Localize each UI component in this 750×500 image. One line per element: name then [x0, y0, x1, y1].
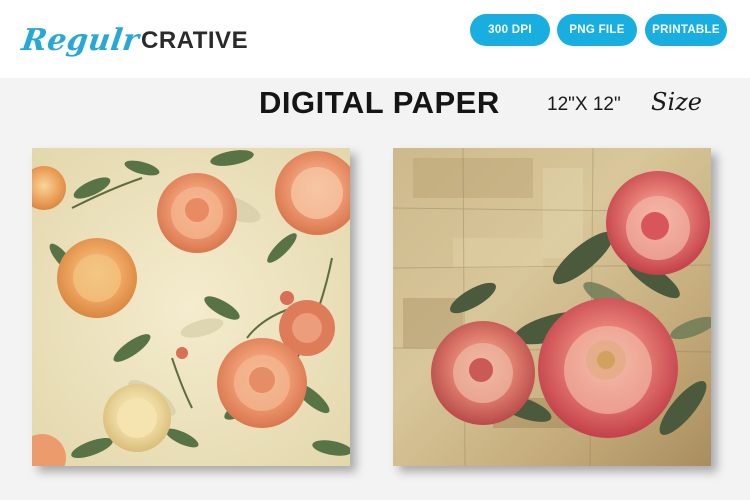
header-bar: Regulr CRATIVE 300 DPI PNG FILE PRINTABL… — [0, 0, 750, 78]
brand-logo[interactable]: Regulr CRATIVE — [19, 14, 249, 58]
badge-png-file: PNG FILE — [557, 14, 637, 46]
badge-300-dpi: 300 DPI — [470, 14, 550, 46]
vintage-peony-image — [393, 148, 711, 466]
paper-preview-cream-floral[interactable] — [32, 148, 350, 466]
size-script-label: Size — [651, 88, 702, 116]
badge-printable: PRINTABLE — [645, 14, 727, 46]
paper-preview-vintage-peony[interactable] — [393, 148, 711, 466]
brand-script-text: Regulr — [19, 23, 142, 58]
cream-floral-image — [32, 148, 350, 466]
brand-block-text: CRATIVE — [141, 27, 249, 54]
page-title: DIGITAL PAPER — [259, 85, 500, 120]
size-dimensions: 12"X 12" — [547, 94, 621, 115]
